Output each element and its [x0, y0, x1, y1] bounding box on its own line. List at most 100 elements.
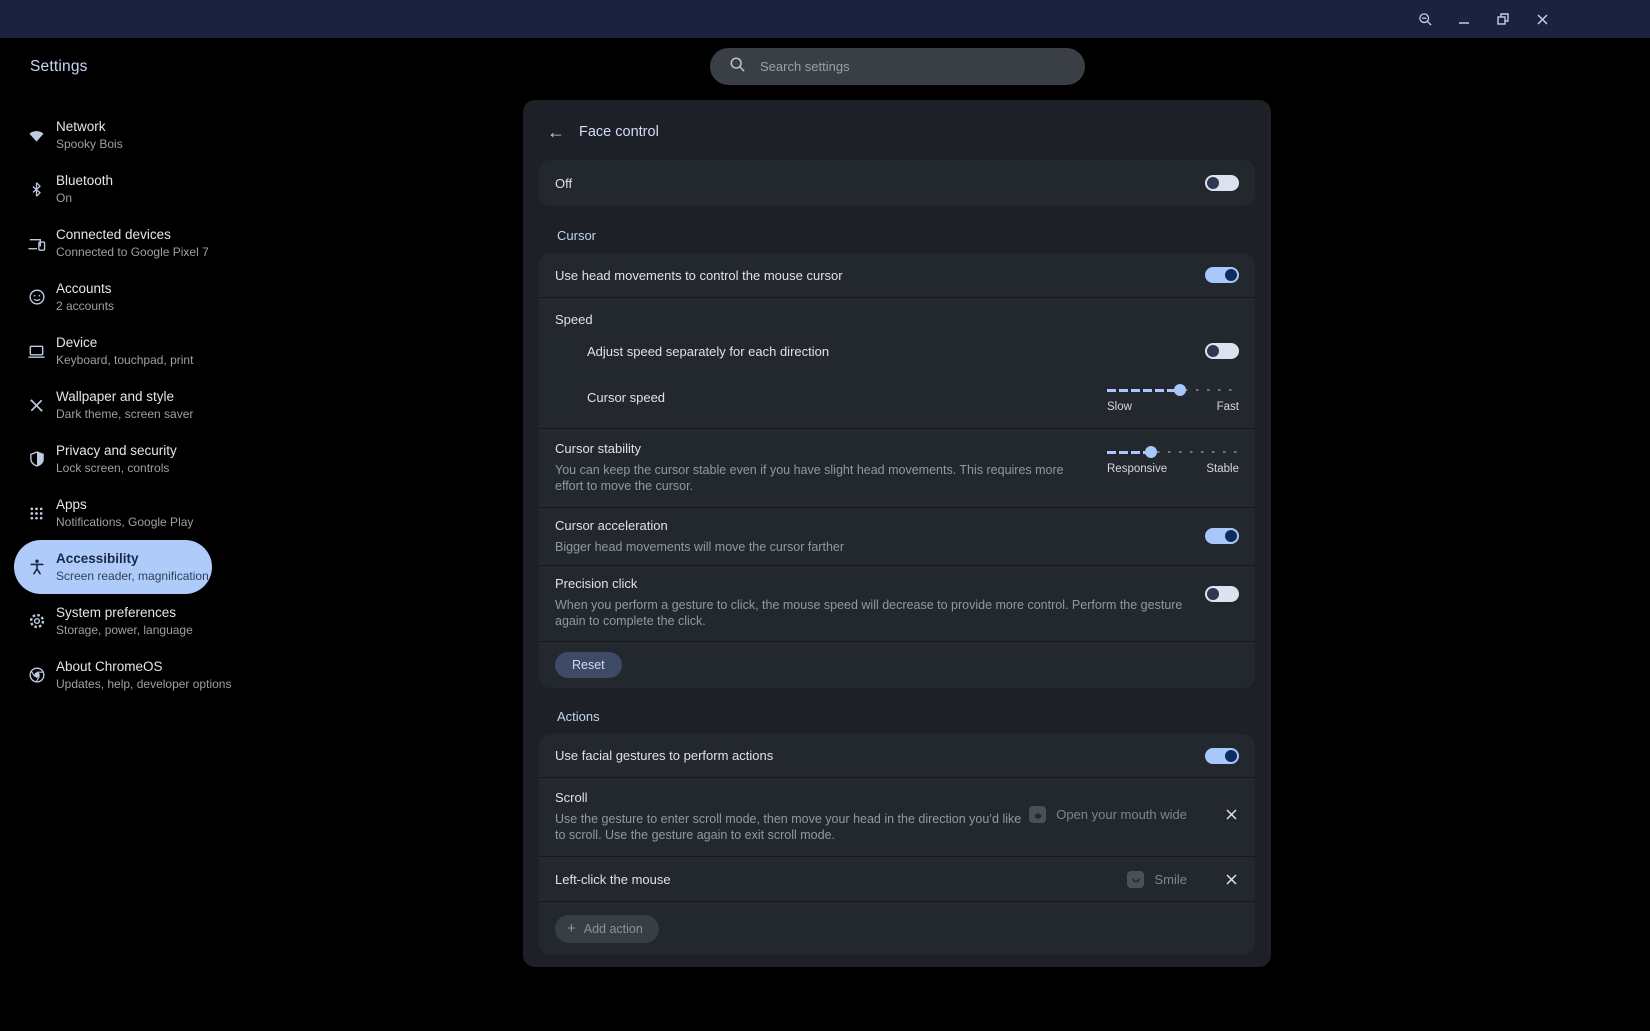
cursor-speed-label: Cursor speed — [587, 389, 665, 406]
sidebar-item-privacy[interactable]: Privacy and security Lock screen, contro… — [14, 432, 212, 486]
chrome-icon — [27, 666, 46, 685]
precision-click-toggle[interactable] — [1205, 586, 1239, 602]
panel-title: Face control — [579, 124, 659, 140]
slider-min-label: Slow — [1107, 401, 1132, 413]
sidebar-item-label: Network — [56, 119, 123, 135]
cursor-acceleration-toggle[interactable] — [1205, 528, 1239, 544]
wallpaper-icon — [27, 396, 46, 415]
cursor-acceleration-label: Cursor acceleration — [555, 518, 668, 533]
open-mouth-face-icon — [1029, 806, 1046, 823]
head-movements-toggle[interactable] — [1205, 267, 1239, 283]
gear-icon — [27, 612, 46, 631]
wifi-icon — [27, 126, 46, 145]
sidebar-item-label: Connected devices — [56, 227, 209, 243]
precision-click-row[interactable]: Precision click When you perform a gestu… — [539, 566, 1255, 641]
facial-gestures-toggle[interactable] — [1205, 748, 1239, 764]
face-control-toggle[interactable] — [1205, 175, 1239, 191]
search-bar[interactable] — [710, 48, 1085, 85]
facial-gestures-label: Use facial gestures to perform actions — [555, 747, 773, 764]
sidebar-item-sublabel: On — [56, 191, 113, 206]
actions-section-label: Actions — [557, 709, 1255, 724]
sidebar-item-sublabel: Screen reader, magnification — [56, 569, 209, 584]
sidebar-item-label: Wallpaper and style — [56, 389, 193, 405]
scroll-action-row[interactable]: Scroll Use the gesture to enter scroll m… — [539, 778, 1255, 856]
slider-max-label: Fast — [1217, 401, 1239, 413]
close-button[interactable] — [1534, 11, 1550, 27]
search-input[interactable] — [760, 59, 1050, 74]
sidebar-item-sublabel: 2 accounts — [56, 299, 114, 314]
shield-icon — [27, 450, 46, 469]
cursor-card: Use head movements to control the mouse … — [539, 253, 1255, 688]
cursor-stability-row: Cursor stability You can keep the cursor… — [539, 429, 1255, 507]
sidebar-item-accounts[interactable]: Accounts 2 accounts — [14, 270, 212, 324]
sidebar-item-label: Bluetooth — [56, 173, 113, 189]
remove-left-click-action-icon[interactable] — [1223, 871, 1239, 887]
sidebar: Network Spooky Bois Bluetooth On Connect… — [0, 108, 240, 702]
sidebar-item-sublabel: Updates, help, developer options — [56, 677, 231, 692]
sidebar-item-sublabel: Keyboard, touchpad, print — [56, 353, 193, 368]
sidebar-item-wallpaper[interactable]: Wallpaper and style Dark theme, screen s… — [14, 378, 212, 432]
actions-card: Use facial gestures to perform actions S… — [539, 734, 1255, 955]
facial-gestures-row[interactable]: Use facial gestures to perform actions — [539, 734, 1255, 777]
off-row[interactable]: Off — [539, 160, 1255, 206]
sidebar-item-label: System preferences — [56, 605, 193, 621]
precision-click-label: Precision click — [555, 576, 637, 591]
smile-face-icon — [1127, 871, 1144, 888]
adjust-speed-row[interactable]: Adjust speed separately for each directi… — [539, 329, 1255, 373]
slider-min-label: Responsive — [1107, 463, 1167, 475]
sidebar-item-accessibility[interactable]: Accessibility Screen reader, magnificati… — [14, 540, 212, 594]
apps-grid-icon — [27, 504, 46, 523]
sidebar-item-sublabel: Dark theme, screen saver — [56, 407, 193, 422]
cursor-acceleration-row[interactable]: Cursor acceleration Bigger head movement… — [539, 508, 1255, 565]
connected-devices-icon — [27, 234, 46, 253]
remove-scroll-action-icon[interactable] — [1223, 807, 1239, 823]
restore-button[interactable] — [1495, 11, 1511, 27]
off-label: Off — [555, 175, 572, 192]
sidebar-item-bluetooth[interactable]: Bluetooth On — [14, 162, 212, 216]
left-click-gesture-label: Smile — [1154, 872, 1187, 887]
plus-icon: + — [567, 921, 576, 936]
sidebar-item-label: Apps — [56, 497, 193, 513]
cursor-speed-slider-knob[interactable] — [1174, 384, 1186, 396]
cursor-speed-row: Cursor speed Slow Fast — [539, 373, 1255, 428]
sidebar-item-about-chromeos[interactable]: About ChromeOS Updates, help, developer … — [14, 648, 212, 702]
page-title: Settings — [30, 58, 88, 76]
minimize-button[interactable] — [1456, 11, 1472, 27]
cursor-stability-description: You can keep the cursor stable even if y… — [555, 462, 1093, 494]
accessibility-icon — [27, 558, 46, 577]
zoom-out-icon[interactable] — [1417, 11, 1433, 27]
adjust-speed-toggle[interactable] — [1205, 343, 1239, 359]
head-movements-row[interactable]: Use head movements to control the mouse … — [539, 253, 1255, 297]
cursor-acceleration-description: Bigger head movements will move the curs… — [555, 539, 844, 555]
sidebar-item-device[interactable]: Device Keyboard, touchpad, print — [14, 324, 212, 378]
add-action-row: + Add action — [539, 902, 1255, 955]
sidebar-item-label: About ChromeOS — [56, 659, 231, 675]
bluetooth-icon — [27, 180, 46, 199]
reset-button[interactable]: Reset — [555, 652, 622, 678]
window-titlebar — [0, 0, 1650, 38]
cursor-speed-slider[interactable] — [1107, 383, 1239, 397]
scroll-gesture-label: Open your mouth wide — [1056, 807, 1187, 822]
add-action-button[interactable]: + Add action — [555, 915, 659, 943]
account-icon — [27, 288, 46, 307]
off-card: Off — [539, 160, 1255, 206]
sidebar-item-system-preferences[interactable]: System preferences Storage, power, langu… — [14, 594, 212, 648]
panel-header: ← Face control — [539, 116, 1255, 148]
sidebar-item-apps[interactable]: Apps Notifications, Google Play — [14, 486, 212, 540]
cursor-stability-slider[interactable] — [1107, 445, 1239, 459]
add-action-label: Add action — [584, 922, 643, 936]
head-movements-label: Use head movements to control the mouse … — [555, 267, 843, 284]
speed-group-label: Speed — [539, 298, 1255, 329]
sidebar-item-label: Privacy and security — [56, 443, 177, 459]
face-control-panel: ← Face control Off Cursor Use head movem… — [523, 100, 1271, 967]
sidebar-item-sublabel: Spooky Bois — [56, 137, 123, 152]
back-arrow-icon[interactable]: ← — [546, 122, 566, 142]
cursor-stability-slider-knob[interactable] — [1145, 446, 1157, 458]
sidebar-item-network[interactable]: Network Spooky Bois — [14, 108, 212, 162]
sidebar-item-label: Accessibility — [56, 551, 209, 567]
sidebar-item-sublabel: Storage, power, language — [56, 623, 193, 638]
sidebar-item-connected-devices[interactable]: Connected devices Connected to Google Pi… — [14, 216, 212, 270]
slider-max-label: Stable — [1206, 463, 1239, 475]
left-click-action-row[interactable]: Left-click the mouse Smile — [539, 857, 1255, 901]
sidebar-item-sublabel: Lock screen, controls — [56, 461, 177, 476]
